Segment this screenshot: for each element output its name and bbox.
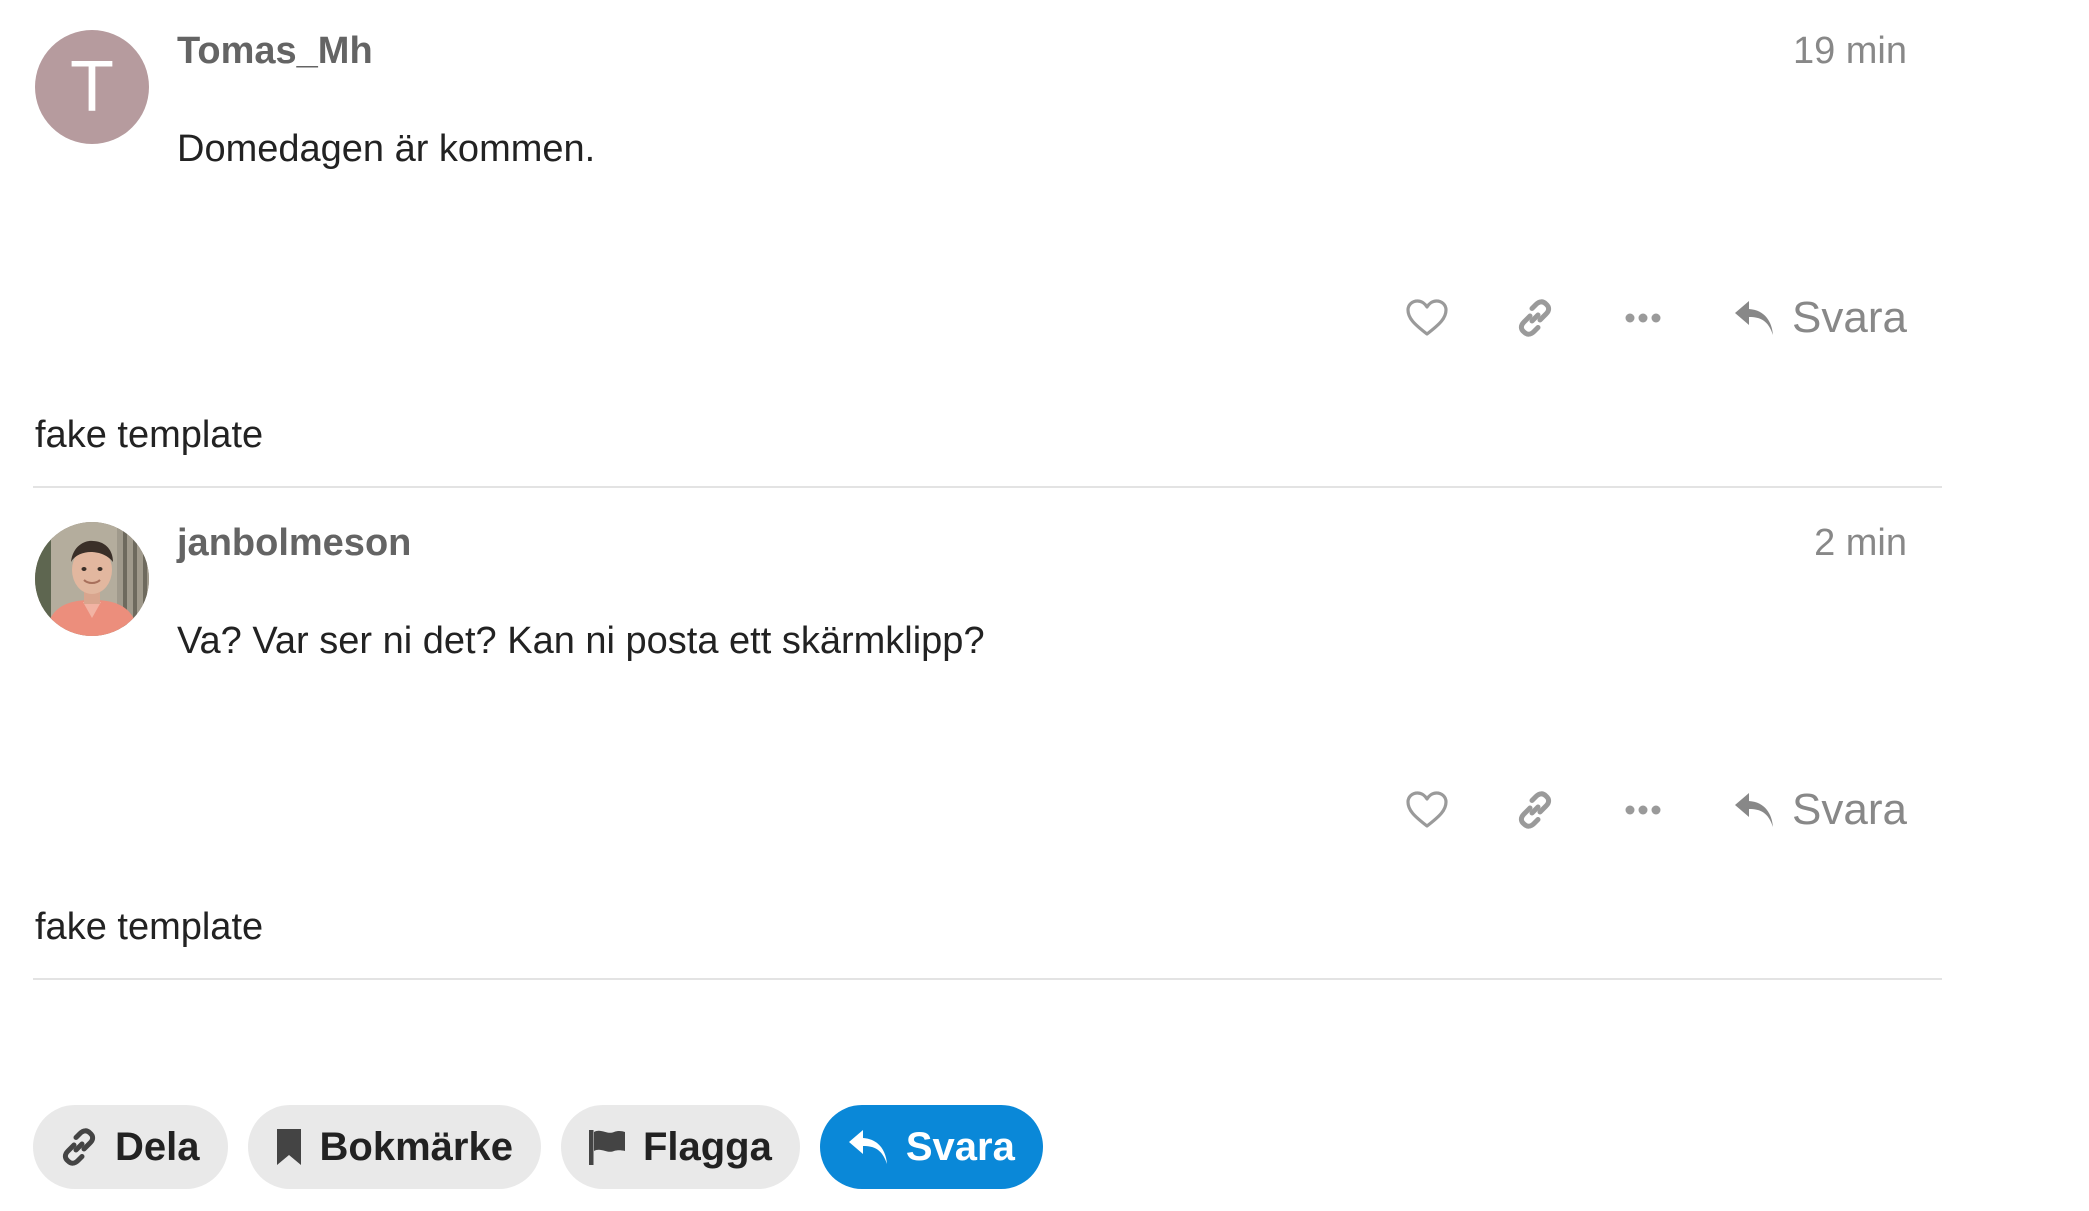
- heart-icon: [1406, 299, 1448, 336]
- post-note: fake template: [35, 906, 264, 948]
- post: T Tomas_Mh 19 min Domedagen är kommen. S…: [33, 0, 1942, 490]
- reply-topic-label: Svara: [905, 1124, 1015, 1169]
- reply-icon: [1735, 301, 1774, 335]
- post-divider: [33, 486, 1942, 488]
- reply-icon: [846, 1127, 890, 1167]
- reply-label: Svara: [1792, 785, 1907, 834]
- post-actions: Svara: [1352, 777, 1907, 843]
- ellipsis-icon: [1625, 805, 1661, 815]
- link-icon: [1518, 299, 1552, 337]
- flag-icon: [587, 1127, 627, 1167]
- post-divider: [33, 978, 1942, 980]
- reply-label: Svara: [1792, 293, 1907, 342]
- post: janbolmeson 2 min Va? Var ser ni det? Ka…: [33, 492, 1942, 982]
- avatar[interactable]: T: [35, 30, 149, 144]
- bookmark-label: Bokmärke: [319, 1124, 513, 1169]
- more-actions-button[interactable]: [1610, 285, 1676, 351]
- like-button[interactable]: [1394, 285, 1460, 351]
- post-body: Domedagen är kommen.: [177, 128, 596, 170]
- bookmark-icon: [274, 1127, 304, 1167]
- reply-topic-button[interactable]: Svara: [819, 1105, 1043, 1189]
- more-actions-button[interactable]: [1610, 777, 1676, 843]
- topic-footer-buttons: Dela Bokmärke Flagga Svara: [33, 1105, 1063, 1189]
- post-username[interactable]: janbolmeson: [177, 522, 411, 565]
- share-button[interactable]: Dela: [33, 1105, 228, 1189]
- share-label: Dela: [115, 1124, 200, 1169]
- heart-icon: [1406, 791, 1448, 828]
- link-icon: [1518, 791, 1552, 829]
- avatar-letter: T: [70, 47, 114, 127]
- post-date[interactable]: 19 min: [1793, 30, 1907, 73]
- reply-icon: [1735, 793, 1774, 827]
- ellipsis-icon: [1625, 313, 1661, 323]
- copy-link-button[interactable]: [1502, 777, 1568, 843]
- post-note: fake template: [35, 414, 264, 456]
- like-button[interactable]: [1394, 777, 1460, 843]
- post-actions: Svara: [1352, 285, 1907, 351]
- flag-label: Flagga: [642, 1124, 772, 1169]
- link-icon: [59, 1127, 99, 1167]
- bookmark-button[interactable]: Bokmärke: [247, 1105, 541, 1189]
- post-body: Va? Var ser ni det? Kan ni posta ett skä…: [177, 620, 985, 662]
- copy-link-button[interactable]: [1502, 285, 1568, 351]
- reply-button[interactable]: Svara: [1732, 293, 1907, 343]
- reply-button[interactable]: Svara: [1732, 785, 1907, 835]
- post-username[interactable]: Tomas_Mh: [177, 30, 373, 73]
- flag-button[interactable]: Flagga: [560, 1105, 800, 1189]
- avatar[interactable]: [35, 522, 149, 636]
- post-date[interactable]: 2 min: [1814, 522, 1907, 565]
